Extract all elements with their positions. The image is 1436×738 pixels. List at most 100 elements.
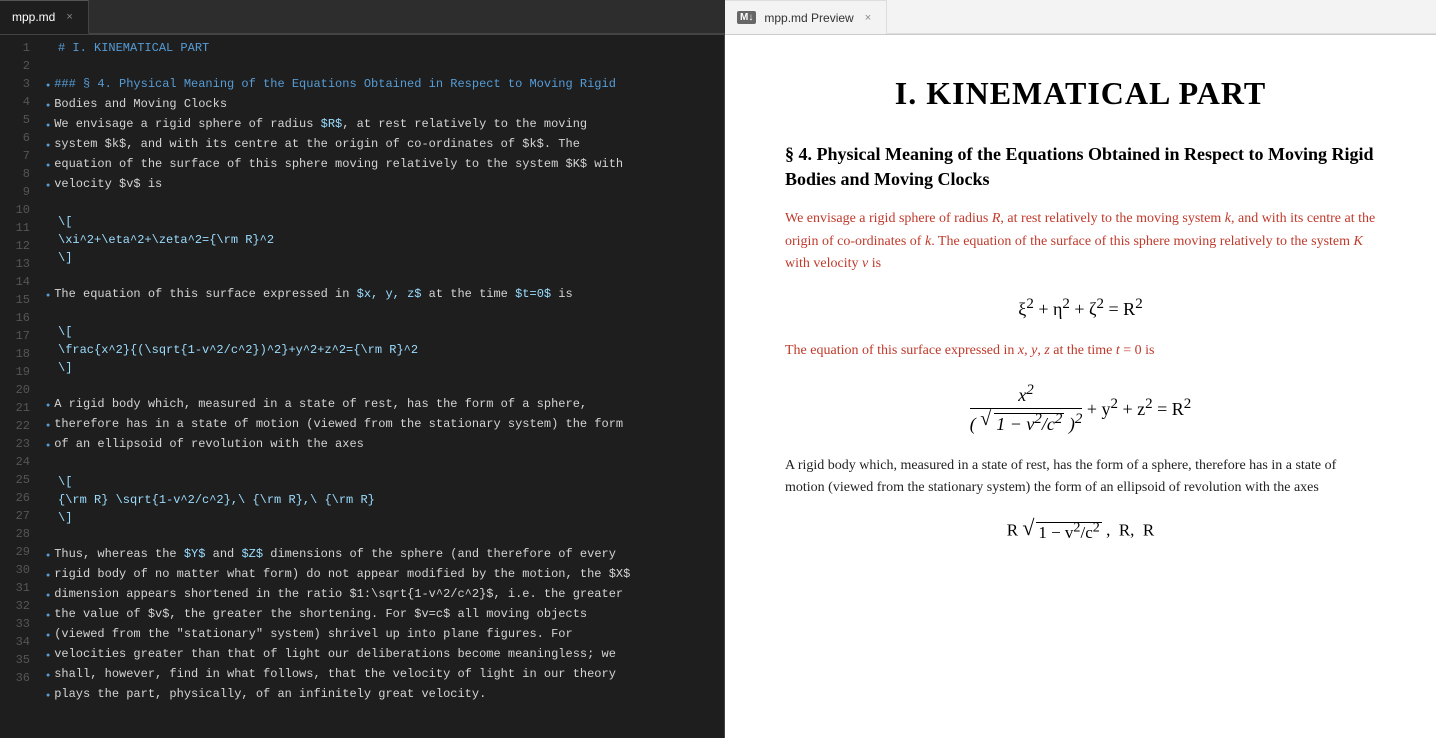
line-number-26: 26 — [0, 489, 30, 507]
line-number-15: 15 — [0, 291, 30, 309]
preview-para2: The equation of this surface expressed i… — [785, 340, 1376, 362]
line-number-34: 34 — [0, 633, 30, 651]
editor-tab-label: mpp.md — [12, 10, 55, 24]
line-number-11: 11 — [0, 219, 30, 237]
editor-line — [46, 57, 724, 75]
math-k1: k — [1225, 211, 1231, 226]
line-number-20: 20 — [0, 381, 30, 399]
math-x: x — [1018, 343, 1024, 358]
line-number-19: 19 — [0, 363, 30, 381]
line-number-3: 3 — [0, 75, 30, 93]
math-z: z — [1044, 343, 1049, 358]
preview-section-title: § 4. Physical Meaning of the Equations O… — [785, 142, 1376, 192]
editor-line: ●therefore has in a state of motion (vie… — [46, 415, 724, 435]
preview-tab-label: mpp.md Preview — [764, 11, 853, 25]
line-number-31: 31 — [0, 579, 30, 597]
line-number-2: 2 — [0, 57, 30, 75]
line-number-33: 33 — [0, 615, 30, 633]
line-number-6: 6 — [0, 129, 30, 147]
editor-line: ●rigid body of no matter what form) do n… — [46, 565, 724, 585]
math-k2: k — [925, 234, 931, 249]
eq1-xi: ξ2 + η2 + ζ2 = R2 — [1018, 299, 1142, 319]
line-number-28: 28 — [0, 525, 30, 543]
preview-tab-spacer — [887, 0, 1436, 34]
line-number-8: 8 — [0, 165, 30, 183]
math-t: t — [1116, 343, 1120, 358]
preview-para3: A rigid body which, measured in a state … — [785, 455, 1376, 500]
math-y: y — [1031, 343, 1037, 358]
editor-pane: 1234567891011121314151617181920212223242… — [0, 35, 725, 738]
editor-line: \[ — [46, 213, 724, 231]
equation-2: x2 ( √ 1 − v2/c2 )2 + y2 + z2 = R2 — [785, 382, 1376, 435]
line-number-27: 27 — [0, 507, 30, 525]
eq2-rest: + y2 + z2 = R2 — [1087, 399, 1191, 419]
main-content: 1234567891011121314151617181920212223242… — [0, 35, 1436, 738]
line-number-35: 35 — [0, 651, 30, 669]
line-number-30: 30 — [0, 561, 30, 579]
line-number-7: 7 — [0, 147, 30, 165]
line-number-24: 24 — [0, 453, 30, 471]
editor-line: ●dimension appears shortened in the rati… — [46, 585, 724, 605]
math-K: K — [1354, 234, 1363, 249]
preview-tab[interactable]: M↓ mpp.md Preview × — [725, 0, 887, 34]
editor-line: \frac{x^2}{(\sqrt{1-v^2/c^2})^2}+y^2+z^2… — [46, 341, 724, 359]
line-number-18: 18 — [0, 345, 30, 363]
editor-line: ●(viewed from the "stationary" system) s… — [46, 625, 724, 645]
line-number-23: 23 — [0, 435, 30, 453]
editor-line — [46, 377, 724, 395]
editor-line: ●equation of the surface of this sphere … — [46, 155, 724, 175]
editor-line: ●### § 4. Physical Meaning of the Equati… — [46, 75, 724, 95]
eq3-comma-R: , R, R — [1106, 520, 1154, 539]
editor-line: ●the value of $v$, the greater the short… — [46, 605, 724, 625]
editor-line: \] — [46, 509, 724, 527]
frac-denominator: ( √ 1 − v2/c2 )2 — [970, 409, 1083, 435]
line-number-5: 5 — [0, 111, 30, 129]
editor-line: ●A rigid body which, measured in a state… — [46, 395, 724, 415]
eq3-R: R — [1007, 520, 1018, 539]
editor-line — [46, 267, 724, 285]
sqrt-expr: √ 1 − v2/c2 — [980, 411, 1064, 435]
editor-line: ●Thus, whereas the $Y$ and $Z$ dimension… — [46, 545, 724, 565]
math-R: R — [992, 211, 1001, 226]
editor-line: {\rm R} \sqrt{1-v^2/c^2},\ {\rm R},\ {\r… — [46, 491, 724, 509]
editor-line: ●of an ellipsoid of revolution with the … — [46, 435, 724, 455]
eq3-sqrt: √ 1 − v2/c2 — [1022, 520, 1102, 544]
line-number-25: 25 — [0, 471, 30, 489]
equation-3: R √ 1 − v2/c2 , R, R — [785, 520, 1376, 544]
editor-line: ●system $k$, and with its centre at the … — [46, 135, 724, 155]
editor-line: ●plays the part, physically, of an infin… — [46, 685, 724, 705]
preview-para1: We envisage a rigid sphere of radius R, … — [785, 208, 1376, 275]
editor-line — [46, 527, 724, 545]
editor-line — [46, 195, 724, 213]
line-number-9: 9 — [0, 183, 30, 201]
editor-line: ●We envisage a rigid sphere of radius $R… — [46, 115, 724, 135]
equation-1: ξ2 + η2 + ζ2 = R2 — [785, 296, 1376, 320]
editor-line: ●Bodies and Moving Clocks — [46, 95, 724, 115]
editor-line — [46, 305, 724, 323]
sqrt-content: 1 − v2/c2 — [994, 413, 1064, 434]
line-number-1: 1 — [0, 39, 30, 57]
preview-tab-close[interactable]: × — [862, 11, 874, 25]
frac-x2: x2 ( √ 1 − v2/c2 )2 — [970, 382, 1083, 435]
line-number-13: 13 — [0, 255, 30, 273]
editor-line: \[ — [46, 473, 724, 491]
line-number-32: 32 — [0, 597, 30, 615]
line-number-21: 21 — [0, 399, 30, 417]
editor-line: \] — [46, 359, 724, 377]
editor-line: ●shall, however, find in what follows, t… — [46, 665, 724, 685]
sqrt-symbol: √ — [980, 409, 991, 429]
editor-line: ●The equation of this surface expressed … — [46, 285, 724, 305]
line-number-22: 22 — [0, 417, 30, 435]
editor-line: \] — [46, 249, 724, 267]
editor-tab[interactable]: mpp.md × — [0, 0, 89, 34]
eq3-sqrt-content: 1 − v2/c2 — [1036, 522, 1102, 542]
editor-line: ●velocities greater than that of light o… — [46, 645, 724, 665]
line-number-16: 16 — [0, 309, 30, 327]
line-number-29: 29 — [0, 543, 30, 561]
preview-pane[interactable]: I. KINEMATICAL PART § 4. Physical Meanin… — [725, 35, 1436, 738]
editor-content[interactable]: # I. KINEMATICAL PART●### § 4. Physical … — [38, 35, 724, 738]
editor-tab-spacer — [89, 0, 725, 34]
line-number-4: 4 — [0, 93, 30, 111]
editor-tab-close[interactable]: × — [63, 10, 75, 24]
math-v: v — [862, 256, 868, 271]
